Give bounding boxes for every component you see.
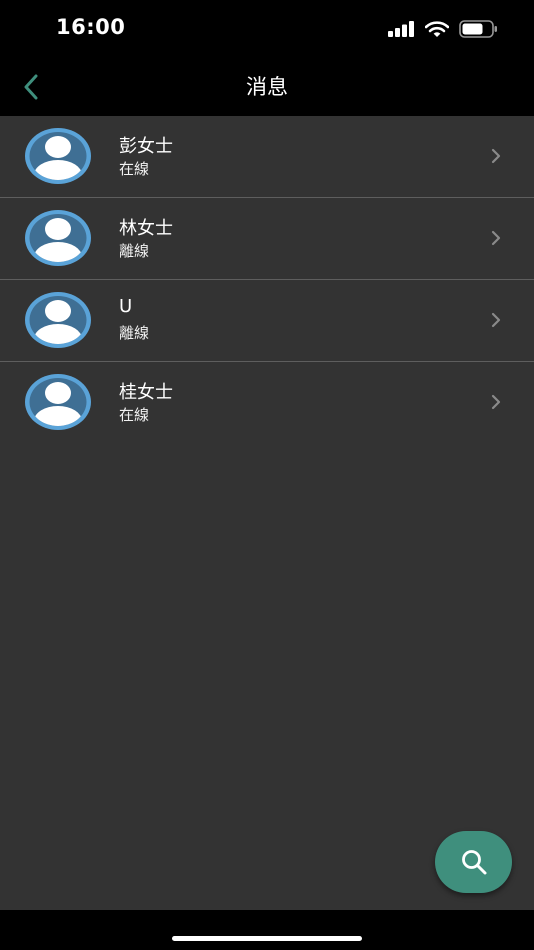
contact-status: 在線 — [119, 406, 150, 424]
search-icon — [461, 850, 486, 875]
avatar-icon — [25, 210, 91, 266]
contact-row[interactable]: 桂女士 在線 — [0, 362, 534, 443]
contact-list-area: 彭女士 在線 林女士 離線 U 離線 桂女士 在線 — [0, 116, 534, 910]
contact-name: U — [119, 296, 133, 317]
contact-status: 離線 — [119, 242, 150, 260]
contact-name: 彭女士 — [119, 136, 173, 157]
home-indicator[interactable] — [172, 936, 362, 941]
contact-row[interactable]: 林女士 離線 — [0, 198, 534, 280]
status-bar: 16:00 — [0, 0, 534, 58]
chevron-right-icon — [491, 394, 501, 410]
contact-list: 彭女士 在線 林女士 離線 U 離線 桂女士 在線 — [0, 116, 534, 443]
nav-bar: 消息 — [0, 58, 534, 116]
page-title: 消息 — [246, 75, 288, 99]
avatar-icon — [25, 128, 91, 184]
status-time: 16:00 — [56, 15, 126, 39]
contact-row[interactable]: 彭女士 在線 — [0, 116, 534, 198]
home-area — [0, 910, 534, 950]
chevron-right-icon — [491, 148, 501, 164]
signal-icon — [388, 21, 414, 37]
status-icons — [388, 19, 498, 39]
battery-icon — [459, 20, 497, 38]
chevron-right-icon — [491, 312, 501, 328]
search-button[interactable] — [435, 831, 512, 893]
contact-status: 離線 — [119, 324, 150, 342]
contact-row[interactable]: U 離線 — [0, 280, 534, 362]
contact-name: 桂女士 — [119, 382, 173, 403]
avatar-icon — [25, 292, 91, 348]
contact-status: 在線 — [119, 160, 150, 178]
avatar-icon — [25, 374, 91, 430]
chevron-right-icon — [491, 230, 501, 246]
contact-name: 林女士 — [119, 218, 173, 239]
wifi-icon — [425, 20, 449, 37]
